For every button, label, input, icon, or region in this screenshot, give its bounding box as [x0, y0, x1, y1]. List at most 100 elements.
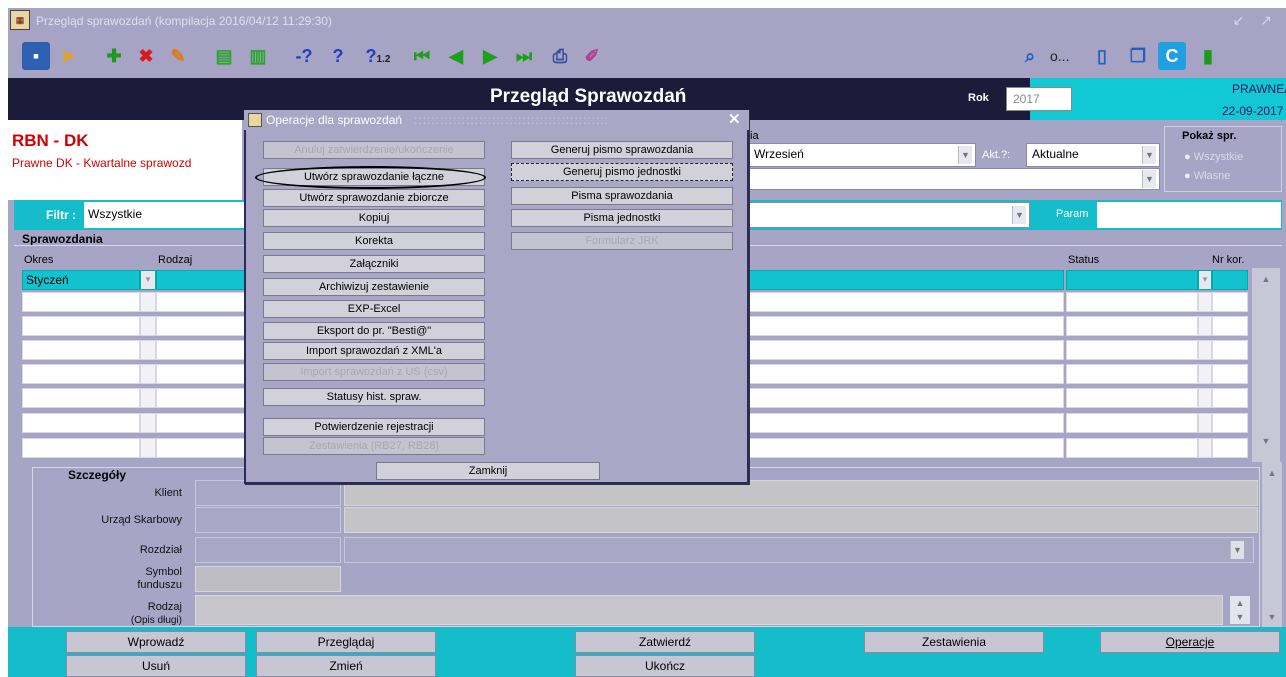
symbol-field[interactable] [195, 566, 341, 592]
table-cell[interactable] [1066, 388, 1198, 408]
table-cell[interactable] [22, 438, 140, 458]
chevron-down-icon[interactable] [1198, 413, 1212, 433]
miesiac-select[interactable]: Wrzesień [748, 143, 976, 167]
options-button[interactable]: o... [1050, 48, 1069, 64]
chevron-down-icon[interactable] [140, 340, 156, 360]
edit-icon[interactable]: ✎ [164, 42, 192, 70]
query-count-icon[interactable]: ?1.2 [360, 42, 396, 70]
chevron-down-icon[interactable] [1198, 364, 1212, 384]
dialog-button[interactable]: Archiwizuj zestawienie [263, 278, 485, 296]
close-icon[interactable]: ✕ [728, 110, 741, 128]
usun-button[interactable]: Usuń [66, 655, 246, 677]
table-cell[interactable] [1212, 364, 1248, 384]
dialog-button[interactable]: Statusy hist. spraw. [263, 388, 485, 406]
table-cell[interactable] [1066, 316, 1198, 336]
chevron-down-icon[interactable] [140, 316, 156, 336]
table-cell[interactable] [1066, 364, 1198, 384]
table-cell[interactable] [1212, 270, 1248, 290]
dialog-button[interactable]: Potwierdzenie rejestracji [263, 418, 485, 436]
table-cell[interactable] [1066, 340, 1198, 360]
chevron-down-icon[interactable] [140, 438, 156, 458]
secondary-select[interactable] [748, 168, 1160, 190]
prev-record-icon[interactable]: ◀ [442, 42, 470, 70]
ukoncz-button[interactable]: Ukończ [575, 655, 755, 677]
param-input[interactable] [1097, 202, 1281, 228]
table-cell[interactable] [1066, 438, 1198, 458]
table-cell[interactable] [1212, 388, 1248, 408]
dialog-button[interactable]: Generuj pismo sprawozdania [511, 141, 733, 159]
scroll-down-icon[interactable]: ▼ [1262, 612, 1282, 622]
operacje-button[interactable]: Operacje [1100, 631, 1280, 653]
add-icon[interactable]: ✚ [100, 42, 128, 70]
query-run-icon[interactable]: ?→ [324, 42, 352, 94]
exit-door-icon[interactable]: ▮ [1194, 42, 1222, 70]
table-cell[interactable]: Styczeń [22, 270, 140, 290]
filter-select[interactable]: Wszystkie [84, 202, 244, 228]
chevron-down-icon[interactable]: ▼ [1012, 206, 1026, 224]
grid-scrollbar[interactable]: ▲ ▼ [1252, 268, 1280, 462]
chevron-down-icon[interactable] [140, 388, 156, 408]
chevron-down-icon[interactable] [140, 292, 156, 312]
chevron-down-icon[interactable] [140, 364, 156, 384]
rodzaj-field[interactable] [195, 595, 1223, 625]
first-record-icon[interactable]: ⏮ [408, 42, 436, 70]
dialog-button[interactable]: Pisma jednostki [511, 209, 733, 227]
stepper-icon[interactable]: ▲ ▼ [1230, 596, 1250, 624]
zatwierdz-button[interactable]: Zatwierdź [575, 631, 755, 653]
notes-icon[interactable]: ✐ [578, 42, 606, 70]
urzad-code[interactable] [195, 507, 341, 533]
chevron-down-icon[interactable]: ▼ [140, 270, 156, 290]
table-cell[interactable] [1066, 292, 1198, 312]
dialog-button[interactable]: Załączniki [263, 255, 485, 273]
akt-select[interactable]: Aktualne [1026, 143, 1160, 167]
table-cell[interactable] [1212, 316, 1248, 336]
last-record-icon[interactable]: ⏭ [510, 42, 538, 70]
urzad-name[interactable] [344, 507, 1258, 533]
table-cell[interactable] [22, 316, 140, 336]
chevron-down-icon[interactable] [140, 413, 156, 433]
windows-icon[interactable]: ❐ [1124, 42, 1152, 70]
zmien-button[interactable]: Zmień [256, 655, 436, 677]
przegladaj-button[interactable]: Przeglądaj [256, 631, 436, 653]
dialog-button[interactable]: Generuj pismo jednostki [511, 163, 733, 181]
rozdzial-code[interactable] [195, 537, 341, 563]
chevron-down-icon[interactable]: ▼ [1142, 170, 1156, 188]
dialog-button[interactable]: Utwórz sprawozdanie zbiorcze [263, 189, 485, 207]
dialog-button[interactable]: Korekta [263, 232, 485, 250]
save-icon[interactable]: ▪ [22, 42, 50, 70]
wprowadz-button[interactable]: Wprowadź [66, 631, 246, 653]
expand-icon[interactable]: ▤ [210, 42, 238, 70]
dialog-button[interactable]: Pisma sprawozdania [511, 187, 733, 205]
table-cell[interactable] [22, 292, 140, 312]
table-cell[interactable] [1212, 292, 1248, 312]
collapse-icon[interactable]: ▥ [244, 42, 272, 70]
details-scrollbar[interactable]: ▲ ▼ [1262, 462, 1282, 628]
scroll-up-icon[interactable]: ▲ [1252, 274, 1280, 284]
table-cell[interactable] [22, 364, 140, 384]
table-cell[interactable] [1066, 413, 1198, 433]
document-icon[interactable]: ▯ [1088, 42, 1116, 70]
chevron-down-icon[interactable] [1198, 438, 1212, 458]
preview-icon[interactable]: ⌕ [1016, 42, 1044, 70]
exit-icon[interactable]: ➤ [54, 42, 82, 70]
chevron-down-icon[interactable] [1198, 292, 1212, 312]
chevron-down-icon[interactable]: ▼ [1198, 270, 1212, 290]
window-controls[interactable]: ↙ ↗ [1233, 12, 1278, 29]
dialog-button[interactable]: EXP-Excel [263, 300, 485, 318]
next-record-icon[interactable]: ▶ [476, 42, 504, 70]
rok-input[interactable]: 2017 [1006, 87, 1072, 111]
print-icon[interactable]: ⎙ [546, 42, 574, 70]
chevron-down-icon[interactable]: ▼ [958, 146, 972, 164]
table-cell[interactable] [22, 413, 140, 433]
rozdzial-select[interactable] [344, 537, 1254, 563]
table-cell[interactable] [22, 388, 140, 408]
scroll-up-icon[interactable]: ▲ [1262, 468, 1282, 478]
radio-all[interactable]: ● Wszystkie [1184, 151, 1243, 163]
filter-secondary[interactable] [744, 202, 1030, 228]
dialog-button[interactable]: Import sprawozdań z XML'a [263, 342, 485, 360]
radio-own[interactable]: ● Własne [1184, 170, 1230, 182]
dialog-button[interactable]: Kopiuj [263, 209, 485, 227]
chevron-down-icon[interactable]: ▼ [1142, 146, 1156, 164]
table-cell[interactable] [1212, 413, 1248, 433]
table-cell[interactable] [1066, 270, 1198, 290]
